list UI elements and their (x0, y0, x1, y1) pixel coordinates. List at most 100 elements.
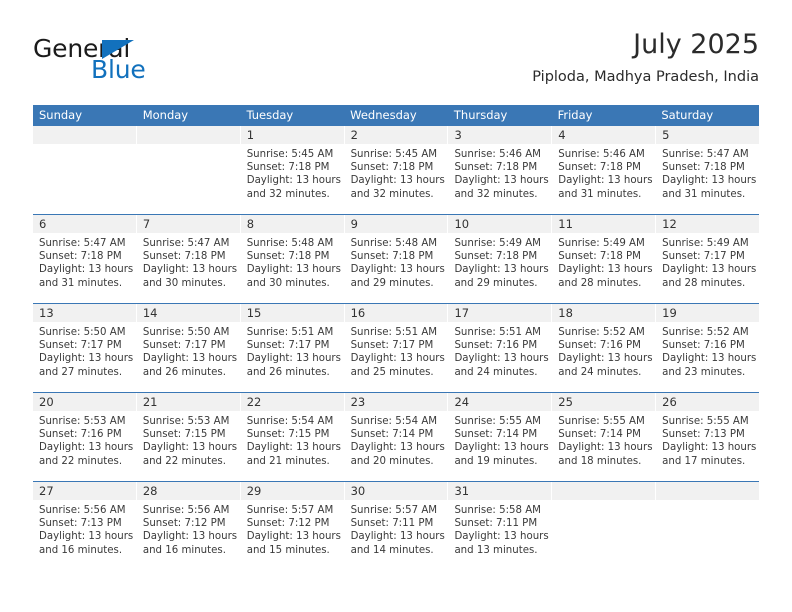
day-detail-line: and 29 minutes. (454, 277, 538, 289)
calendar-week-cells: 1 Sunrise: 5:45 AM Sunset: 7:18 PM Daylight… (33, 126, 760, 214)
day-number: 13 (39, 306, 54, 320)
day-number-strip: 22 (240, 393, 344, 411)
day-cell-17[interactable]: 17 Sunrise: 5:51 AM Sunset: 7:16 PM Dayligh… (448, 304, 553, 392)
day-cell-7[interactable]: 7 Sunrise: 5:47 AM Sunset: 7:18 PM Daylight… (136, 215, 241, 303)
day-details: Sunrise: 5:53 AM Sunset: 7:15 PM Daylight:… (137, 411, 240, 468)
day-detail-line: Sunset: 7:18 PM (558, 162, 641, 174)
day-details: Sunrise: 5:54 AM Sunset: 7:15 PM Daylight:… (241, 411, 344, 468)
day-details (656, 500, 759, 504)
day-cell-24[interactable]: 24 Sunrise: 5:55 AM Sunset: 7:14 PM Dayligh… (448, 393, 553, 481)
day-cell-23[interactable]: 23 Sunrise: 5:54 AM Sunset: 7:14 PM Dayligh… (344, 393, 449, 481)
calendar-week-cells: 6 Sunrise: 5:47 AM Sunset: 7:18 PM Daylight… (33, 215, 760, 303)
day-number-strip: 13 (33, 304, 136, 322)
day-number-strip: 28 (136, 482, 240, 500)
day-number: 3 (454, 128, 462, 142)
day-detail-line: Daylight: 13 hours (142, 264, 238, 276)
day-details: Sunrise: 5:51 AM Sunset: 7:17 PM Daylight:… (345, 322, 448, 379)
day-number: 7 (142, 217, 151, 231)
day-cell-9[interactable]: 9 Sunrise: 5:48 AM Sunset: 7:18 PM Daylight… (344, 215, 449, 303)
day-details: Sunrise: 5:57 AM Sunset: 7:12 PM Daylight:… (241, 500, 344, 557)
day-cell-31[interactable]: 31 Sunrise: 5:58 AM Sunset: 7:11 PM Dayligh… (448, 482, 553, 570)
day-cell-8[interactable]: 8 Sunrise: 5:48 AM Sunset: 7:18 PM Daylight… (240, 215, 345, 303)
day-detail-line: Sunrise: 5:45 AM (350, 149, 438, 160)
day-detail-line: Sunrise: 5:53 AM (142, 416, 230, 427)
day-details: Sunrise: 5:47 AM Sunset: 7:18 PM Daylight:… (33, 233, 136, 290)
day-cell-5[interactable]: 5 Sunrise: 5:47 AM Sunset: 7:18 PM Daylight… (656, 126, 760, 214)
day-cell-21[interactable]: 21 Sunrise: 5:53 AM Sunset: 7:15 PM Dayligh… (136, 393, 241, 481)
day-cell-2[interactable]: 2 Sunrise: 5:45 AM Sunset: 7:18 PM Daylight… (344, 126, 449, 214)
day-number: 21 (142, 395, 158, 409)
day-detail-line: Sunset: 7:18 PM (454, 251, 538, 263)
day-detail-line: Daylight: 13 hours (39, 531, 134, 543)
day-cell-16[interactable]: 16 Sunrise: 5:51 AM Sunset: 7:17 PM Dayligh… (344, 304, 449, 392)
day-number: 24 (454, 395, 470, 409)
day-detail-line: and 16 minutes. (39, 544, 123, 556)
day-cell-22[interactable]: 22 Sunrise: 5:54 AM Sunset: 7:15 PM Dayligh… (240, 393, 345, 481)
page-title: July 2025 (633, 29, 759, 60)
day-cell-20[interactable]: 20 Sunrise: 5:53 AM Sunset: 7:16 PM Dayligh… (33, 393, 137, 481)
calendar-grid: Sunday Monday Tuesday Wednesday Thursday Frid… (33, 105, 760, 570)
day-cell-6[interactable]: 6 Sunrise: 5:47 AM Sunset: 7:18 PM Daylight… (33, 215, 137, 303)
day-cell-15[interactable]: 15 Sunrise: 5:51 AM Sunset: 7:17 PM Dayligh… (240, 304, 345, 392)
day-number: 10 (454, 217, 470, 231)
calendar-weeks: 1 Sunrise: 5:45 AM Sunset: 7:18 PM Daylight… (33, 126, 760, 570)
day-cell-12[interactable]: 12 Sunrise: 5:49 AM Sunset: 7:17 PM Dayligh… (656, 215, 760, 303)
day-cell-10[interactable]: 10 Sunrise: 5:49 AM Sunset: 7:18 PM Dayligh… (448, 215, 553, 303)
day-cell-18[interactable]: 18 Sunrise: 5:52 AM Sunset: 7:16 PM Dayligh… (552, 304, 657, 392)
calendar-week-row: 1 Sunrise: 5:45 AM Sunset: 7:18 PM Daylight… (33, 126, 760, 214)
day-detail-line: and 28 minutes. (558, 277, 642, 289)
day-number: 8 (246, 217, 255, 231)
day-details: Sunrise: 5:51 AM Sunset: 7:17 PM Daylight:… (241, 322, 344, 379)
day-number-strip: 2 (344, 126, 448, 144)
day-detail-line: Sunset: 7:16 PM (454, 340, 538, 352)
day-cell-19[interactable]: 19 Sunrise: 5:52 AM Sunset: 7:16 PM Dayligh… (656, 304, 760, 392)
day-detail-line: Sunset: 7:18 PM (246, 251, 330, 263)
day-detail-line: Sunrise: 5:52 AM (558, 327, 645, 338)
day-detail-line: Sunset: 7:18 PM (558, 251, 641, 263)
day-cell-27[interactable]: 27 Sunrise: 5:56 AM Sunset: 7:13 PM Dayligh… (33, 482, 137, 570)
day-number-strip: 30 (344, 482, 448, 500)
day-cell-13[interactable]: 13 Sunrise: 5:50 AM Sunset: 7:17 PM Dayligh… (33, 304, 137, 392)
day-details: Sunrise: 5:50 AM Sunset: 7:17 PM Daylight:… (137, 322, 240, 379)
day-detail-line: Sunrise: 5:57 AM (350, 505, 438, 516)
day-cell-4[interactable]: 4 Sunrise: 5:46 AM Sunset: 7:18 PM Daylight… (552, 126, 657, 214)
day-detail-line: Sunrise: 5:56 AM (142, 505, 230, 516)
day-cell-28[interactable]: 28 Sunrise: 5:56 AM Sunset: 7:12 PM Dayligh… (136, 482, 241, 570)
day-cell-29[interactable]: 29 Sunrise: 5:57 AM Sunset: 7:12 PM Dayligh… (240, 482, 345, 570)
day-cell-11[interactable]: 11 Sunrise: 5:49 AM Sunset: 7:18 PM Dayligh… (552, 215, 657, 303)
day-detail-line: and 16 minutes. (142, 544, 226, 556)
day-detail-line: Daylight: 13 hours (350, 175, 445, 187)
day-details: Sunrise: 5:52 AM Sunset: 7:16 PM Daylight:… (656, 322, 759, 379)
day-detail-line: Sunrise: 5:53 AM (39, 416, 126, 427)
day-detail-line: Sunset: 7:18 PM (246, 162, 330, 174)
day-cell-1[interactable]: 1 Sunrise: 5:45 AM Sunset: 7:18 PM Daylight… (240, 126, 345, 214)
weekday-header-saturday: Saturday (661, 108, 714, 122)
day-cell-26[interactable]: 26 Sunrise: 5:55 AM Sunset: 7:13 PM Dayligh… (656, 393, 760, 481)
day-number-strip (656, 482, 760, 500)
day-detail-line: Sunset: 7:14 PM (558, 429, 641, 441)
day-cell-30[interactable]: 30 Sunrise: 5:57 AM Sunset: 7:11 PM Dayligh… (344, 482, 449, 570)
day-number-strip: 3 (448, 126, 552, 144)
day-detail-line: Sunrise: 5:49 AM (662, 238, 749, 249)
calendar-week-row: 27 Sunrise: 5:56 AM Sunset: 7:13 PM Dayligh… (33, 481, 760, 570)
day-number-strip: 8 (240, 215, 344, 233)
day-cell-3[interactable]: 3 Sunrise: 5:46 AM Sunset: 7:18 PM Daylight… (448, 126, 553, 214)
day-cell-25[interactable]: 25 Sunrise: 5:55 AM Sunset: 7:14 PM Dayligh… (552, 393, 657, 481)
day-detail-line: Sunset: 7:14 PM (454, 429, 538, 441)
day-detail-line: Sunrise: 5:51 AM (350, 327, 438, 338)
day-cell-empty (33, 126, 137, 214)
day-detail-line: and 15 minutes. (246, 544, 330, 556)
day-detail-line: and 20 minutes. (350, 455, 434, 467)
general-blue-logo[interactable]: General Blue (33, 34, 213, 90)
day-detail-line: Sunset: 7:12 PM (246, 518, 330, 530)
page-header: General Blue July 2025 Piploda, Madhya P… (33, 28, 759, 98)
day-detail-line: Sunset: 7:18 PM (142, 251, 226, 263)
day-cell-14[interactable]: 14 Sunrise: 5:50 AM Sunset: 7:17 PM Dayligh… (136, 304, 241, 392)
day-detail-line: Sunset: 7:17 PM (350, 340, 434, 352)
day-details: Sunrise: 5:45 AM Sunset: 7:18 PM Daylight:… (345, 144, 448, 201)
day-number-strip (552, 482, 656, 500)
day-number: 17 (454, 306, 470, 320)
day-number: 23 (350, 395, 366, 409)
day-number: 9 (350, 217, 358, 231)
day-number-strip (136, 126, 240, 144)
